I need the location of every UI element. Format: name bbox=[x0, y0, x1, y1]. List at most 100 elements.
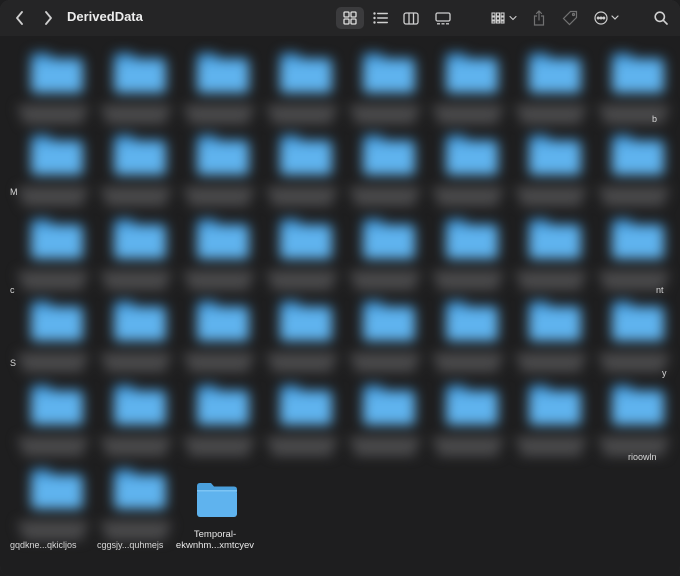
label-placeholder bbox=[188, 448, 250, 455]
folder-item-blurred[interactable] bbox=[261, 298, 343, 380]
label-placeholder bbox=[433, 106, 503, 113]
folder-icon bbox=[526, 216, 581, 259]
label-placeholder bbox=[350, 438, 420, 445]
ellipsis-circle-icon[interactable] bbox=[591, 7, 625, 29]
folder-item-blurred[interactable] bbox=[593, 50, 675, 132]
folder-item-blurred[interactable] bbox=[12, 132, 94, 214]
folder-item-blurred[interactable] bbox=[510, 298, 592, 380]
folder-item-blurred[interactable] bbox=[95, 382, 177, 464]
blurred-items bbox=[0, 36, 680, 576]
label-placeholder bbox=[101, 272, 171, 279]
label-placeholder bbox=[599, 438, 669, 445]
folder-icon bbox=[526, 50, 581, 93]
folder-item-blurred[interactable] bbox=[12, 298, 94, 380]
folder-icon bbox=[526, 382, 581, 425]
label-placeholder bbox=[437, 282, 499, 289]
partial-label: c bbox=[10, 285, 15, 295]
label-placeholder bbox=[101, 522, 171, 529]
label-placeholder bbox=[271, 282, 333, 289]
folder-icon bbox=[360, 50, 415, 93]
folder-item-blurred[interactable] bbox=[261, 50, 343, 132]
label-placeholder bbox=[105, 198, 167, 205]
label-placeholder bbox=[354, 116, 416, 123]
folder-item-blurred[interactable] bbox=[12, 50, 94, 132]
folder-item-blurred[interactable] bbox=[261, 216, 343, 298]
gallery-view-icon[interactable] bbox=[432, 7, 454, 29]
column-view-icon[interactable] bbox=[400, 7, 422, 29]
folder-item-blurred[interactable] bbox=[95, 466, 177, 548]
list-view-icon[interactable] bbox=[370, 7, 392, 29]
folder-item-blurred[interactable] bbox=[95, 50, 177, 132]
label-placeholder bbox=[184, 106, 254, 113]
label-placeholder bbox=[18, 354, 88, 361]
folder-item-blurred[interactable] bbox=[178, 132, 260, 214]
folder-item-blurred[interactable] bbox=[427, 132, 509, 214]
folder-icon bbox=[526, 132, 581, 175]
label-placeholder bbox=[599, 272, 669, 279]
folder-item-blurred[interactable] bbox=[344, 216, 426, 298]
folder-item-blurred[interactable] bbox=[427, 216, 509, 298]
toolbar: DerivedData bbox=[0, 0, 680, 36]
folder-item-blurred[interactable] bbox=[427, 50, 509, 132]
label-placeholder bbox=[599, 106, 669, 113]
label-placeholder bbox=[271, 198, 333, 205]
label-placeholder bbox=[520, 364, 582, 371]
folder-item-blurred[interactable] bbox=[95, 298, 177, 380]
icon-view-icon[interactable] bbox=[336, 7, 364, 29]
folder-item-blurred[interactable] bbox=[178, 382, 260, 464]
label-placeholder bbox=[105, 282, 167, 289]
folder-icon bbox=[443, 132, 498, 175]
folder-icon bbox=[277, 298, 332, 341]
label-placeholder bbox=[105, 116, 167, 123]
folder-item[interactable]: Temporal- ekwnhm...xmtcyev bbox=[172, 476, 258, 556]
folder-item-blurred[interactable] bbox=[510, 132, 592, 214]
folder-item-blurred[interactable] bbox=[178, 216, 260, 298]
label-placeholder bbox=[433, 188, 503, 195]
folder-item-blurred[interactable] bbox=[344, 50, 426, 132]
folder-item-blurred[interactable] bbox=[261, 382, 343, 464]
folder-item-blurred[interactable] bbox=[12, 382, 94, 464]
folder-item-blurred[interactable] bbox=[344, 382, 426, 464]
folder-icon bbox=[194, 132, 249, 175]
folder-icon bbox=[111, 382, 166, 425]
folder-item-blurred[interactable] bbox=[510, 50, 592, 132]
chevron-left-icon[interactable] bbox=[10, 7, 30, 29]
folder-item-blurred[interactable] bbox=[95, 216, 177, 298]
folder-item-blurred[interactable] bbox=[12, 216, 94, 298]
folder-item-blurred[interactable] bbox=[95, 132, 177, 214]
folder-item-blurred[interactable] bbox=[510, 382, 592, 464]
folder-item-blurred[interactable] bbox=[427, 382, 509, 464]
label-placeholder bbox=[354, 282, 416, 289]
label-placeholder bbox=[22, 198, 84, 205]
folder-item-blurred[interactable] bbox=[261, 132, 343, 214]
label-placeholder bbox=[267, 438, 337, 445]
label-placeholder bbox=[18, 188, 88, 195]
folder-item-blurred[interactable] bbox=[344, 132, 426, 214]
label-placeholder bbox=[350, 188, 420, 195]
folder-item-blurred[interactable] bbox=[12, 466, 94, 548]
folder-label: Temporal- ekwnhm...xmtcyev bbox=[175, 529, 255, 551]
share-icon[interactable] bbox=[530, 7, 548, 29]
magnifier-icon[interactable] bbox=[651, 7, 671, 29]
label-placeholder bbox=[184, 354, 254, 361]
folder-item-blurred[interactable] bbox=[427, 298, 509, 380]
folder-item-blurred[interactable] bbox=[178, 50, 260, 132]
folder-item-blurred[interactable] bbox=[593, 132, 675, 214]
folder-item-blurred[interactable] bbox=[344, 298, 426, 380]
label-placeholder bbox=[188, 198, 250, 205]
chevron-right-icon[interactable] bbox=[38, 7, 58, 29]
folder-icon bbox=[194, 298, 249, 341]
folder-icon bbox=[111, 50, 166, 93]
folder-item-blurred[interactable] bbox=[178, 298, 260, 380]
folder-icon bbox=[194, 382, 249, 425]
folder-icon bbox=[443, 298, 498, 341]
folder-icon bbox=[194, 50, 249, 93]
label-placeholder bbox=[184, 272, 254, 279]
label-placeholder bbox=[350, 106, 420, 113]
label-placeholder bbox=[105, 364, 167, 371]
folder-item-blurred[interactable] bbox=[510, 216, 592, 298]
folder-icon bbox=[443, 382, 498, 425]
finder-window: DerivedData b M c nt S y rioowln gqdkne.… bbox=[0, 0, 680, 576]
tag-icon[interactable] bbox=[560, 7, 580, 29]
group-by-icon[interactable] bbox=[488, 7, 522, 29]
